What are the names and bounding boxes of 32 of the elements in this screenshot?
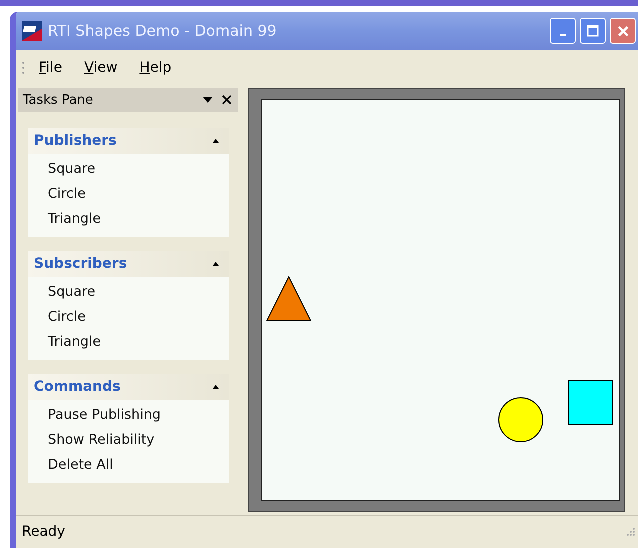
- menu-item[interactable]: View: [84, 60, 118, 76]
- task-link[interactable]: Circle: [48, 305, 86, 330]
- close-icon[interactable]: [222, 95, 232, 105]
- task-link[interactable]: Delete All: [48, 453, 114, 478]
- task-link[interactable]: Triangle: [48, 330, 102, 355]
- status-text: Ready: [22, 524, 66, 540]
- task-link[interactable]: Pause Publishing: [48, 403, 161, 428]
- maximize-icon: [587, 25, 599, 37]
- resize-grip-icon[interactable]: [626, 527, 636, 537]
- collapse-icon[interactable]: [213, 262, 219, 266]
- minimize-button[interactable]: [550, 18, 576, 44]
- task-link[interactable]: Circle: [48, 182, 86, 207]
- task-link[interactable]: Triangle: [48, 207, 102, 232]
- section-title: Commands: [34, 379, 122, 395]
- dropdown-icon[interactable]: [203, 97, 213, 103]
- menu-item[interactable]: File: [39, 60, 62, 76]
- pane-title: Tasks Pane: [23, 92, 94, 108]
- window-title: RTI Shapes Demo - Domain 99: [48, 22, 278, 40]
- task-link[interactable]: Show Reliability: [48, 428, 155, 453]
- section-title: Publishers: [34, 133, 118, 149]
- collapse-icon[interactable]: [213, 385, 219, 389]
- menu-item[interactable]: Help: [140, 60, 172, 76]
- collapse-icon[interactable]: [213, 139, 219, 143]
- grip-icon: [22, 61, 25, 75]
- close-icon: [616, 24, 630, 38]
- close-button[interactable]: [610, 18, 636, 44]
- section-title: Subscribers: [34, 256, 128, 272]
- minimize-icon: [560, 34, 566, 36]
- app-logo-icon: [22, 21, 42, 41]
- task-link[interactable]: Square: [48, 157, 96, 182]
- maximize-button[interactable]: [580, 18, 606, 44]
- task-link[interactable]: Square: [48, 280, 96, 305]
